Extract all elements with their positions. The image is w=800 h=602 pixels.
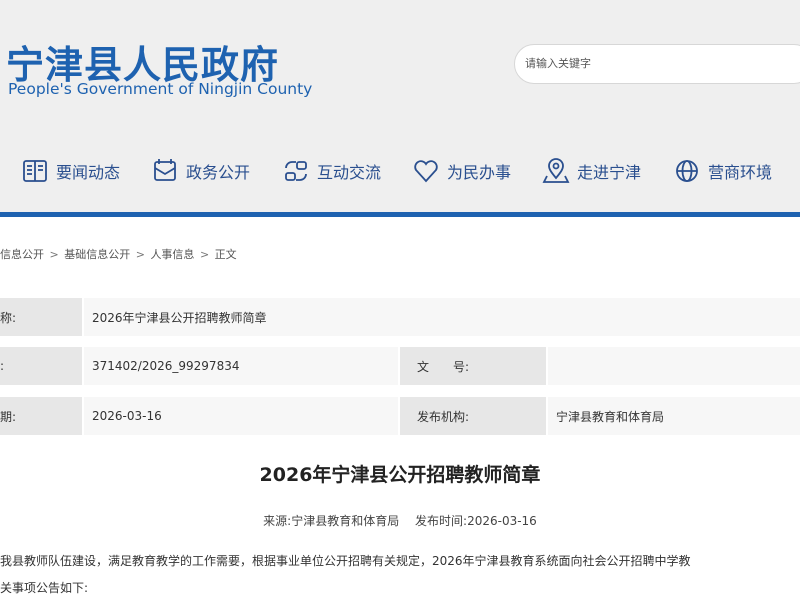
article-meta: 来源:宁津县教育和体育局 发布时间:2026-03-16 [0, 512, 800, 529]
nav-label: 走进宁津 [577, 163, 642, 182]
breadcrumb: 信息公开 > 基础信息公开 > 人事信息 > 正文 [0, 246, 237, 262]
main-nav: 要闻动态 政务公开 互动交流 为民办事 走进宁津 营商环境 [0, 150, 800, 192]
newspaper-icon [23, 160, 47, 182]
site-header: 宁津县人民政府 People's Government of Ningjin C… [0, 0, 800, 217]
info-value: 371402/2026_99297834 [84, 347, 398, 385]
nav-item-interaction[interactable]: 互动交流 [281, 150, 381, 192]
document-icon [154, 159, 176, 181]
nav-label: 互动交流 [317, 163, 382, 182]
breadcrumb-separator: > [49, 248, 59, 261]
breadcrumb-item[interactable]: 信息公开 [0, 248, 44, 261]
nav-label: 为民办事 [447, 163, 512, 182]
breadcrumb-separator: > [135, 248, 145, 261]
info-label: 期: [0, 397, 82, 435]
article-paragraph-line: 我县教师队伍建设，满足教育教学的工作需要，根据事业单位公开招聘有关规定，2026… [0, 554, 691, 568]
breadcrumb-separator: > [199, 248, 210, 261]
nav-item-about[interactable]: 走进宁津 [541, 150, 641, 192]
site-subtitle: People's Government of Ningjin County [8, 80, 313, 98]
info-row-name: 称: 2026年宁津县公开招聘教师简章 [0, 298, 800, 336]
info-value [548, 347, 800, 385]
article-body: 我县教师队伍建设，满足教育教学的工作需要，根据事业单位公开招聘有关规定，2026… [0, 548, 800, 602]
info-row-date: 期: 2026-03-16 发布机构: 宁津县教育和体育局 [0, 397, 800, 435]
nav-item-news[interactable]: 要闻动态 [20, 150, 120, 192]
article-publish-time: 发布时间:2026-03-16 [415, 514, 537, 528]
info-label: 称: [0, 298, 82, 336]
interaction-icon [285, 161, 307, 181]
breadcrumb-item: 正文 [214, 248, 237, 261]
article-title: 2026年宁津县公开招聘教师简章 [259, 464, 541, 486]
info-label: 发布机构: [400, 397, 546, 435]
article-paragraph-line: 关事项公告如下: [0, 581, 89, 595]
nav-item-business[interactable]: 营商环境 [672, 150, 772, 192]
info-label: 文 号: [400, 347, 546, 385]
info-value: 2026年宁津县公开招聘教师简章 [84, 298, 800, 336]
info-value: 2026-03-16 [84, 397, 398, 435]
nav-label: 政务公开 [186, 163, 251, 182]
nav-label: 营商环境 [708, 163, 773, 182]
heart-icon [414, 160, 438, 183]
nav-item-services[interactable]: 为民办事 [411, 150, 511, 192]
breadcrumb-item[interactable]: 基础信息公开 [64, 248, 130, 261]
search-input[interactable] [523, 56, 797, 71]
globe-icon [676, 160, 698, 182]
search-box[interactable] [514, 44, 800, 84]
nav-item-gov-affairs[interactable]: 政务公开 [150, 150, 250, 192]
info-value: 宁津县教育和体育局 [548, 397, 800, 435]
info-label: : [0, 347, 82, 385]
nav-divider [0, 212, 800, 217]
nav-label: 要闻动态 [56, 163, 121, 182]
breadcrumb-item[interactable]: 人事信息 [150, 248, 194, 261]
location-icon [542, 158, 570, 183]
info-row-index: : 371402/2026_99297834 文 号: [0, 347, 800, 385]
article-source: 来源:宁津县教育和体育局 [263, 514, 400, 528]
